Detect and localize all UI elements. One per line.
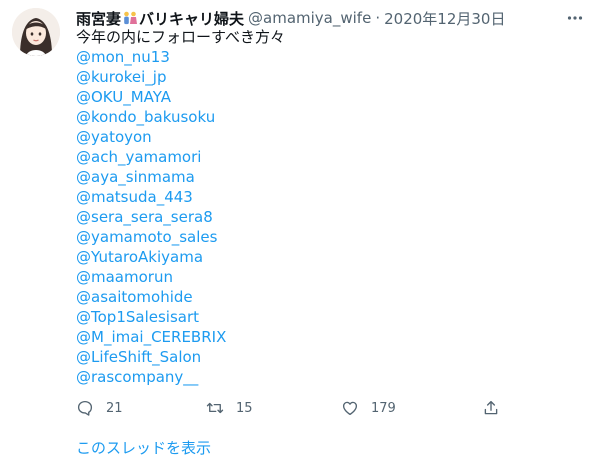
- mention-link[interactable]: @M_imai_CEREBRIX: [76, 327, 576, 347]
- mention-link[interactable]: @LifeShift_Salon: [76, 347, 576, 367]
- mention-link[interactable]: @yamamoto_sales: [76, 227, 576, 247]
- couple-emoji-icon: [122, 10, 138, 26]
- action-bar: 21 15 179: [76, 397, 516, 419]
- share-icon: [484, 400, 498, 415]
- like-button[interactable]: 179: [341, 397, 396, 419]
- mention-link[interactable]: @mon_nu13: [76, 47, 576, 67]
- retweet-count: 15: [236, 400, 253, 416]
- tweet-header: 雨宮妻 バリキャリ婦夫 @amamiya_wife · 2020年12月30日: [76, 7, 505, 29]
- mention-link[interactable]: @asaitomohide: [76, 287, 576, 307]
- more-icon[interactable]: [565, 8, 585, 28]
- mention-link[interactable]: @OKU_MAYA: [76, 87, 576, 107]
- author-name-suffix[interactable]: バリキャリ婦夫: [139, 8, 244, 29]
- mention-link[interactable]: @YutaroAkiyama: [76, 247, 576, 267]
- mention-link[interactable]: @matsuda_443: [76, 187, 576, 207]
- mention-link[interactable]: @Top1Salesisart: [76, 307, 576, 327]
- mention-link[interactable]: @maamorun: [76, 267, 576, 287]
- like-icon: [342, 401, 358, 416]
- mention-link[interactable]: @kurokei_jp: [76, 67, 576, 87]
- author-handle[interactable]: @amamiya_wife: [248, 9, 371, 27]
- mention-link[interactable]: @yatoyon: [76, 127, 576, 147]
- mention-link[interactable]: @aya_sinmama: [76, 167, 576, 187]
- reply-icon: [77, 400, 93, 416]
- separator-dot: ·: [375, 9, 381, 27]
- author-name[interactable]: 雨宮妻: [76, 8, 121, 29]
- tweet: 雨宮妻 バリキャリ婦夫 @amamiya_wife · 2020年12月30日 …: [0, 0, 597, 475]
- show-thread-link[interactable]: このスレッドを表示: [76, 437, 211, 458]
- avatar-illustration: [12, 8, 60, 56]
- like-count: 179: [371, 400, 396, 416]
- tweet-intro-text: 今年の内にフォローすべき方々: [76, 28, 285, 46]
- reply-count: 21: [106, 400, 123, 416]
- mention-list: @mon_nu13 @kurokei_jp @OKU_MAYA @kondo_b…: [76, 47, 576, 387]
- mention-link[interactable]: @ach_yamamori: [76, 147, 576, 167]
- reply-button[interactable]: 21: [76, 397, 123, 419]
- avatar[interactable]: [12, 8, 60, 56]
- mention-link[interactable]: @sera_sera_sera8: [76, 207, 576, 227]
- tweet-date[interactable]: 2020年12月30日: [384, 8, 505, 29]
- retweet-icon: [206, 402, 224, 414]
- share-button[interactable]: [482, 397, 500, 419]
- mention-link[interactable]: @kondo_bakusoku: [76, 107, 576, 127]
- tweet-body: 今年の内にフォローすべき方々 @mon_nu13 @kurokei_jp @OK…: [76, 27, 576, 387]
- mention-link[interactable]: @rascompany__: [76, 367, 576, 387]
- retweet-button[interactable]: 15: [206, 397, 253, 419]
